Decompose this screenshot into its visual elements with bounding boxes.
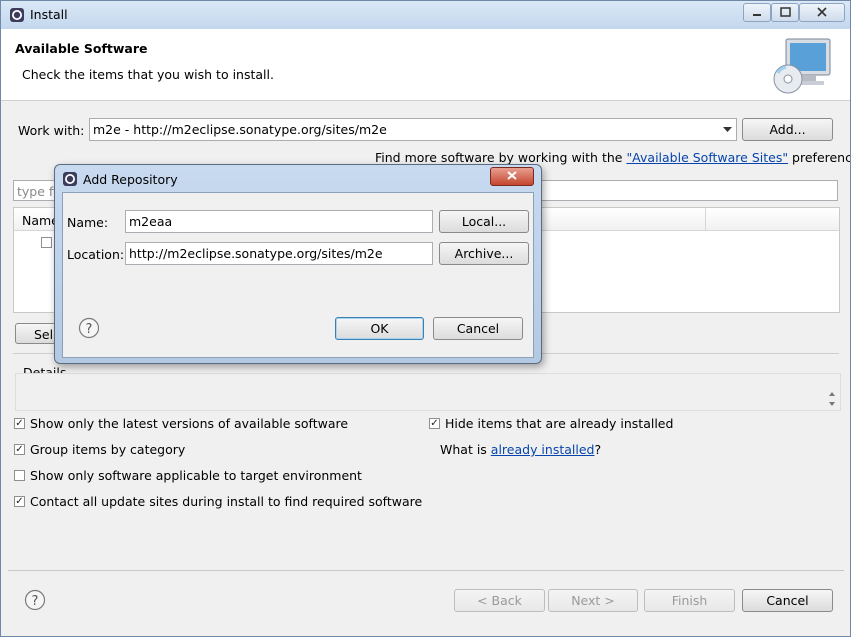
- dialog-body: Name: m2eaa Local... Location: http://m2…: [62, 192, 534, 358]
- cancel-button[interactable]: Cancel: [742, 589, 833, 612]
- maximize-button[interactable]: [771, 3, 799, 22]
- contact-sites-checkbox[interactable]: ✓: [14, 496, 25, 507]
- name-label: Name:: [67, 215, 109, 230]
- page-title: Available Software: [15, 41, 148, 56]
- minimize-button[interactable]: [743, 3, 771, 22]
- eclipse-icon: [10, 8, 24, 22]
- minimize-icon: [753, 14, 761, 16]
- dialog-close-button[interactable]: [490, 167, 534, 186]
- svg-text:?: ?: [86, 322, 93, 337]
- work-with-combo[interactable]: m2e - http://m2eclipse.sonatype.org/site…: [89, 118, 737, 141]
- category-checkbox[interactable]: [41, 237, 52, 248]
- add-repository-dialog: Add Repository Name: m2eaa Local... Loca…: [54, 164, 542, 364]
- help-icon[interactable]: ?: [78, 317, 100, 339]
- dialog-title: Add Repository: [83, 172, 178, 187]
- maximize-icon: [780, 7, 791, 17]
- target-environment-label: Show only software applicable to target …: [30, 468, 362, 483]
- header-banner: Available Software Check the items that …: [1, 29, 850, 101]
- eclipse-icon: [63, 172, 77, 186]
- name-input[interactable]: m2eaa: [125, 210, 433, 233]
- install-wizard-icon: [773, 38, 831, 94]
- add-site-button[interactable]: Add...: [742, 118, 833, 141]
- details-area[interactable]: [15, 373, 841, 411]
- latest-versions-label: Show only the latest versions of availab…: [30, 416, 349, 431]
- column-divider: [705, 208, 706, 230]
- filter-placeholder: type fi: [17, 184, 57, 199]
- ok-button[interactable]: OK: [335, 317, 424, 340]
- window-title: Install: [30, 7, 68, 22]
- close-button[interactable]: [799, 3, 845, 22]
- what-is-installed-text: What is already installed?: [440, 442, 602, 457]
- chevron-down-icon[interactable]: [723, 127, 732, 133]
- finish-button[interactable]: Finish: [644, 589, 735, 612]
- next-button[interactable]: Next >: [548, 589, 638, 612]
- page-subtitle: Check the items that you wish to install…: [22, 67, 274, 82]
- location-value: http://m2eclipse.sonatype.org/sites/m2e: [129, 246, 383, 261]
- close-icon: [507, 171, 517, 180]
- already-installed-link[interactable]: already installed: [491, 442, 595, 457]
- find-more-text: Find more software by working with the "…: [375, 150, 851, 165]
- scroll-arrows-icon[interactable]: [826, 390, 838, 408]
- contact-sites-label: Contact all update sites during install …: [30, 494, 423, 509]
- target-environment-checkbox[interactable]: [14, 470, 25, 481]
- help-icon[interactable]: ?: [24, 589, 46, 611]
- latest-versions-checkbox[interactable]: ✓: [14, 418, 25, 429]
- work-with-label: Work with:: [18, 123, 85, 138]
- dialog-cancel-button[interactable]: Cancel: [433, 317, 523, 340]
- back-button[interactable]: < Back: [454, 589, 545, 612]
- location-label: Location:: [67, 247, 125, 262]
- group-by-category-label: Group items by category: [30, 442, 186, 457]
- archive-button[interactable]: Archive...: [439, 242, 529, 265]
- hide-installed-checkbox[interactable]: ✓: [429, 418, 440, 429]
- svg-text:?: ?: [32, 594, 39, 609]
- available-software-sites-link[interactable]: "Available Software Sites": [626, 150, 788, 165]
- footer-divider: [8, 570, 844, 571]
- install-window: Install Available Software Check the ite…: [0, 0, 851, 637]
- close-icon: [817, 7, 827, 17]
- title-bar[interactable]: Install: [1, 1, 850, 29]
- name-value: m2eaa: [129, 214, 173, 229]
- work-with-value: m2e - http://m2eclipse.sonatype.org/site…: [93, 122, 387, 137]
- location-input[interactable]: http://m2eclipse.sonatype.org/sites/m2e: [125, 242, 433, 265]
- local-button[interactable]: Local...: [439, 210, 529, 233]
- hide-installed-label: Hide items that are already installed: [445, 416, 674, 431]
- group-by-category-checkbox[interactable]: ✓: [14, 444, 25, 455]
